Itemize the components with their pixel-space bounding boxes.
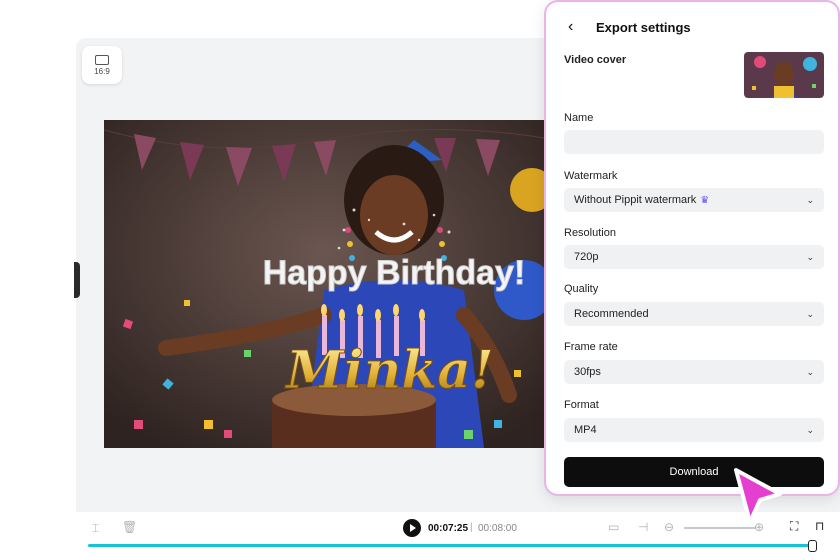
- trim-icon[interactable]: ⊣: [638, 520, 648, 534]
- fullscreen-icon[interactable]: ⛶: [790, 519, 798, 534]
- frame-rate-label: Frame rate: [564, 341, 618, 353]
- progress-bar[interactable]: [88, 544, 816, 547]
- video-cover-thumbnail[interactable]: [744, 52, 824, 98]
- panel-title: Export settings: [596, 19, 691, 35]
- side-panel-handle[interactable]: [74, 262, 80, 298]
- time-separator: |: [470, 522, 473, 533]
- format-select[interactable]: MP4 ⌄: [564, 418, 824, 442]
- chevron-down-icon: ⌄: [806, 424, 814, 435]
- watermark-select[interactable]: Without Pippit watermark ♛ ⌄: [564, 188, 824, 212]
- video-preview[interactable]: Happy Birthday! Minka!: [104, 120, 544, 448]
- quality-value: Recommended: [574, 308, 649, 320]
- resolution-value: 720p: [574, 251, 599, 263]
- play-button[interactable]: [403, 519, 421, 537]
- name-input[interactable]: [564, 130, 824, 154]
- player-bar: [76, 512, 840, 560]
- caption-icon[interactable]: ▭: [608, 520, 619, 534]
- video-frame: Happy Birthday! Minka!: [104, 120, 544, 448]
- chevron-down-icon: ⌄: [806, 251, 814, 262]
- video-cover-label: Video cover: [564, 54, 627, 66]
- aspect-ratio-icon: [95, 54, 109, 65]
- overlay-name-text: Minka!: [284, 340, 494, 401]
- export-settings-panel: ‹ Export settings Video cover Name Water…: [544, 0, 840, 496]
- format-value: MP4: [574, 424, 597, 436]
- frame-rate-select[interactable]: 30fps ⌄: [564, 360, 824, 384]
- chevron-down-icon: ⌄: [806, 194, 814, 205]
- zoom-out-icon[interactable]: ⊖: [664, 520, 674, 534]
- aspect-ratio-label: 16:9: [94, 66, 110, 76]
- format-label: Format: [564, 399, 599, 411]
- frame-rate-value: 30fps: [574, 366, 601, 378]
- quality-select[interactable]: Recommended ⌄: [564, 302, 824, 326]
- split-icon[interactable]: ⌶: [92, 521, 99, 536]
- resolution-select[interactable]: 720p ⌄: [564, 245, 824, 269]
- total-time: 00:08:00: [478, 523, 517, 534]
- progress-handle[interactable]: [808, 540, 817, 552]
- pointer-cursor-icon: [734, 468, 782, 524]
- aspect-ratio-button[interactable]: 16:9: [82, 46, 122, 84]
- crown-icon: ♛: [700, 195, 710, 206]
- overlay-title-text: Happy Birthday!: [263, 254, 526, 292]
- delete-icon[interactable]: 🗑: [122, 520, 137, 534]
- name-label: Name: [564, 112, 594, 124]
- lock-icon[interactable]: ⊓: [815, 519, 824, 533]
- watermark-value: Without Pippit watermark: [574, 194, 697, 206]
- chevron-down-icon: ⌄: [806, 366, 814, 377]
- watermark-label: Watermark: [564, 170, 618, 182]
- resolution-label: Resolution: [564, 227, 616, 239]
- quality-label: Quality: [564, 283, 599, 295]
- back-chevron-icon[interactable]: ‹: [568, 18, 582, 36]
- chevron-down-icon: ⌄: [806, 308, 814, 319]
- current-time: 00:07:25: [428, 523, 469, 534]
